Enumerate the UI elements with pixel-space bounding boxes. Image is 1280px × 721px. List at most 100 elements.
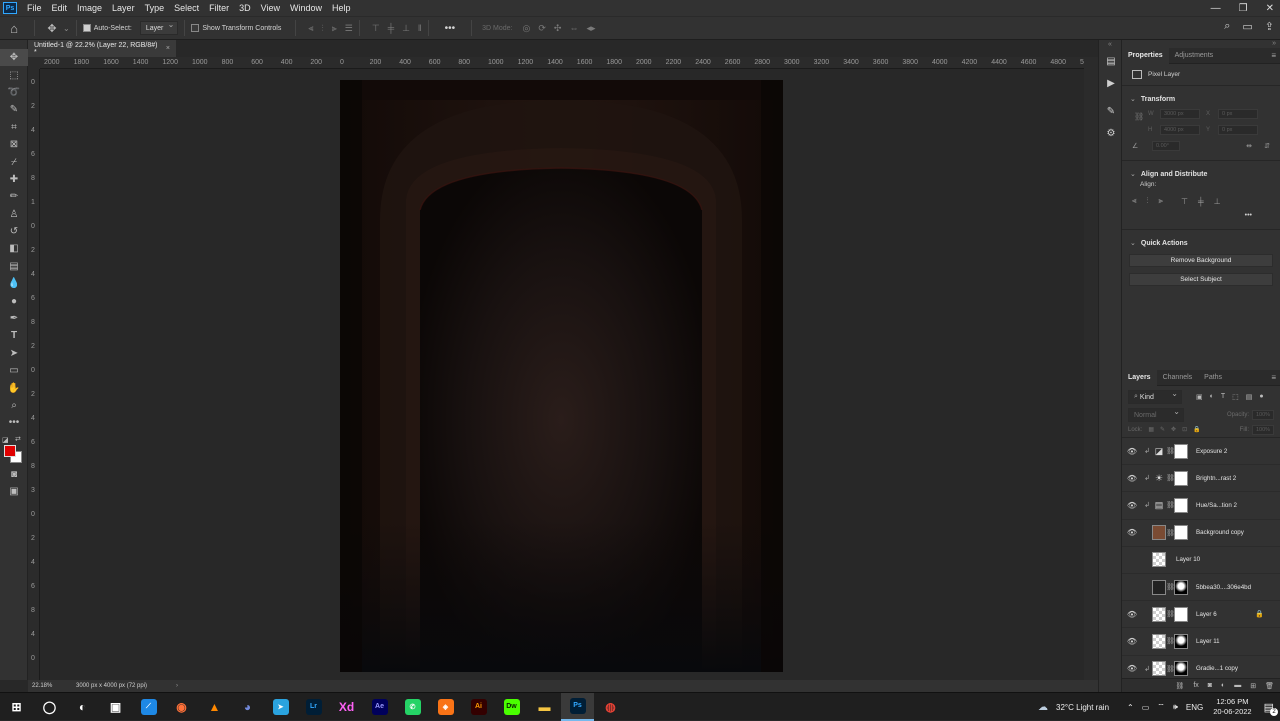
- pen-tool-icon[interactable]: ✒: [0, 310, 28, 327]
- layer-row[interactable]: Layer 10: [1122, 547, 1280, 574]
- workspace-icon[interactable]: ▭: [1242, 20, 1252, 33]
- align-right-edges-icon[interactable]: ⫸: [1159, 196, 1164, 206]
- tab-paths[interactable]: Paths: [1198, 370, 1228, 386]
- mask-link-icon[interactable]: ⛓: [1166, 637, 1175, 645]
- dodge-tool-icon[interactable]: ●: [0, 292, 28, 309]
- clock[interactable]: 12:06 PM 20-06-2022: [1213, 697, 1251, 717]
- filter-type-icon[interactable]: T: [1221, 393, 1225, 401]
- hue-saturation-icon[interactable]: ▤: [1152, 498, 1166, 513]
- taskbar-chrome[interactable]: ◍: [594, 693, 627, 721]
- mask-link-icon[interactable]: ⛓: [1166, 610, 1175, 618]
- taskbar-whatsapp[interactable]: ✆: [396, 693, 429, 721]
- vertical-ruler[interactable]: 0246810246820246830246840: [28, 69, 40, 680]
- lasso-tool-icon[interactable]: ➰: [0, 84, 28, 101]
- transform-section-title[interactable]: Transform: [1122, 92, 1280, 106]
- layer-name[interactable]: Gradie...1 copy: [1196, 665, 1238, 672]
- menu-file[interactable]: File: [23, 3, 48, 13]
- taskbar-illustrator[interactable]: Ai: [462, 693, 495, 721]
- quick-selection-tool-icon[interactable]: ✎: [0, 101, 28, 118]
- layer-mask-thumbnail[interactable]: [1174, 497, 1188, 513]
- layer-thumbnail[interactable]: [1152, 606, 1166, 622]
- layer-mask-thumbnail[interactable]: [1174, 470, 1188, 486]
- height-field[interactable]: 4000 px: [1160, 125, 1200, 135]
- status-menu-arrow[interactable]: ›: [172, 683, 178, 689]
- taskbar-vlc[interactable]: ▲: [198, 693, 231, 721]
- weather-icon[interactable]: ☁: [1038, 702, 1048, 713]
- layer-thumbnail[interactable]: [1152, 633, 1166, 649]
- y-field[interactable]: 0 px: [1218, 125, 1258, 135]
- menu-type[interactable]: Type: [141, 3, 171, 13]
- angle-field[interactable]: 0.00°: [1152, 141, 1180, 151]
- layer-name[interactable]: Layer 6: [1196, 611, 1217, 618]
- notifications-icon[interactable]: ▤ 2: [1264, 701, 1278, 716]
- tab-channels[interactable]: Channels: [1157, 370, 1199, 386]
- canvas-vertical-scrollbar[interactable]: [1084, 57, 1098, 680]
- gradient-tool-icon[interactable]: ▤: [0, 258, 28, 275]
- tab-properties[interactable]: Properties: [1122, 47, 1169, 64]
- layer-mask-thumbnail[interactable]: [1174, 443, 1188, 459]
- layer-mask-thumbnail[interactable]: [1174, 525, 1188, 541]
- new-adjustment-layer-icon[interactable]: ◐: [1221, 682, 1225, 689]
- width-field[interactable]: 3000 px: [1160, 109, 1200, 119]
- healing-brush-tool-icon[interactable]: ✚: [0, 171, 28, 188]
- auto-select-target-dropdown[interactable]: Layer: [139, 20, 179, 35]
- eye-icon[interactable]: 👁: [1122, 664, 1142, 673]
- 3d-roll-icon[interactable]: ⟳: [538, 23, 546, 34]
- brightness-icon[interactable]: ☀: [1152, 471, 1166, 486]
- layer-thumbnail[interactable]: [1152, 525, 1166, 541]
- align-top-edges-icon[interactable]: ⊤: [1181, 197, 1188, 206]
- taskbar-discord[interactable]: ◕: [231, 693, 264, 721]
- delete-layer-icon[interactable]: 🗑: [1265, 682, 1274, 690]
- layer-name[interactable]: Hue/Sa...tion 2: [1196, 502, 1237, 509]
- layer-row[interactable]: 👁 ↲ ☀ ⛓ Brightn...rast 2: [1122, 465, 1280, 493]
- clone-stamp-tool-icon[interactable]: ♙: [0, 206, 28, 223]
- more-options-icon[interactable]: •••: [445, 23, 456, 34]
- history-panel-icon[interactable]: ▤: [1099, 50, 1123, 72]
- eye-icon[interactable]: 👁: [1122, 501, 1142, 510]
- lock-artboard-icon[interactable]: ⊡: [1182, 426, 1187, 433]
- layer-thumbnail[interactable]: [1152, 661, 1166, 677]
- tab-adjustments[interactable]: Adjustments: [1169, 48, 1220, 64]
- x-field[interactable]: 0 px: [1218, 109, 1258, 119]
- align-bottom-icon[interactable]: ⊥: [402, 23, 410, 34]
- align-right-icon[interactable]: ⫸: [332, 23, 337, 34]
- layer-row[interactable]: 👁 ⛓ Layer 6 🔒: [1122, 601, 1280, 629]
- document-tab[interactable]: Untitled-1 @ 22.2% (Layer 22, RGB/8#) * …: [28, 40, 176, 57]
- move-tool-icon[interactable]: ✥: [41, 22, 63, 35]
- language-indicator[interactable]: ENG: [1186, 703, 1203, 712]
- taskbar-cortana[interactable]: ◯: [33, 693, 66, 721]
- document-canvas[interactable]: [340, 80, 783, 672]
- link-dimensions-icon[interactable]: ⛓: [1134, 112, 1144, 121]
- add-mask-icon[interactable]: ◙: [1208, 682, 1212, 689]
- mask-link-icon[interactable]: ⛓: [1166, 529, 1175, 537]
- actions-panel-icon[interactable]: ▶: [1099, 72, 1123, 94]
- fx-icon[interactable]: fx: [1193, 682, 1198, 689]
- eye-icon[interactable]: 👁: [1122, 610, 1142, 619]
- quick-actions-section-title[interactable]: Quick Actions: [1122, 236, 1280, 250]
- layer-name[interactable]: Layer 11: [1196, 638, 1220, 645]
- 3d-scale-icon[interactable]: ◂▸: [586, 23, 595, 34]
- layer-name[interactable]: 5bbea30....306e4bd: [1196, 584, 1251, 591]
- minimize-icon[interactable]: —: [1211, 3, 1221, 14]
- eraser-tool-icon[interactable]: ◧: [0, 240, 28, 257]
- mask-link-icon[interactable]: ⛓: [1166, 501, 1175, 509]
- taskbar-telegram[interactable]: ➤: [264, 693, 297, 721]
- layer-name[interactable]: Background copy: [1196, 529, 1244, 536]
- adjustments-panel-icon[interactable]: ⚙: [1099, 122, 1123, 144]
- taskbar-app-1[interactable]: ◐: [66, 693, 99, 721]
- taskbar-start[interactable]: ⊞: [0, 693, 33, 721]
- blend-mode-dropdown[interactable]: Normal: [1128, 407, 1184, 422]
- auto-select-checkbox[interactable]: [82, 24, 91, 32]
- layers-panel-menu-icon[interactable]: ≡: [1271, 373, 1276, 382]
- taskbar-firefox[interactable]: ◉: [165, 693, 198, 721]
- history-brush-tool-icon[interactable]: ↺: [0, 223, 28, 240]
- align-section-title[interactable]: Align and Distribute: [1122, 167, 1280, 181]
- remove-background-button[interactable]: Remove Background: [1129, 254, 1273, 267]
- 3d-pan-icon[interactable]: ✣: [554, 23, 562, 34]
- eye-icon[interactable]: 👁: [1122, 637, 1142, 646]
- select-subject-button[interactable]: Select Subject: [1129, 273, 1273, 286]
- filter-smart-object-icon[interactable]: ▤: [1246, 393, 1253, 401]
- menu-view[interactable]: View: [257, 3, 286, 13]
- taskbar-dreamweaver[interactable]: Dw: [495, 693, 528, 721]
- volume-icon[interactable]: 🕪: [1173, 702, 1178, 712]
